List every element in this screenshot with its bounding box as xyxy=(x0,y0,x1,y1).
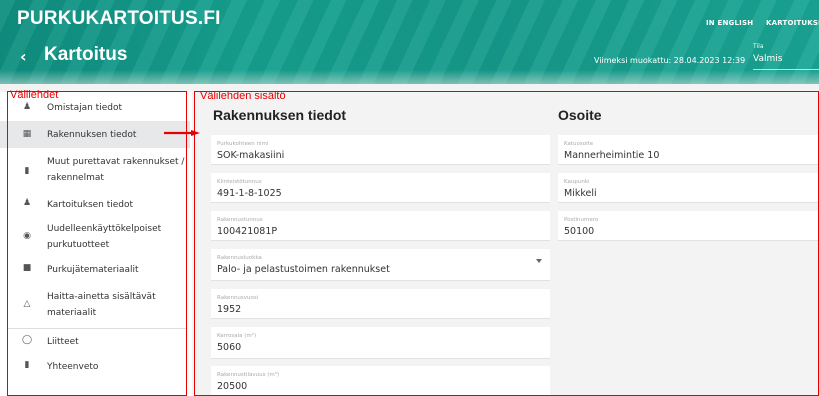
app-header: PURKUKARTOITUS.FI ‹ Kartoitus IN ENGLISH… xyxy=(0,0,819,84)
field-rakennustunnus[interactable]: Rakennustunnus 100421081P xyxy=(211,211,550,241)
tab-content: Rakennuksen tiedot Osoite Purkukohteen n… xyxy=(196,92,819,396)
field-value: Palo- ja pelastustoimen rakennukset xyxy=(217,264,390,275)
building-icon: ▦ xyxy=(22,129,32,139)
tab-rakennuksen-tiedot[interactable]: ▦ Rakennuksen tiedot xyxy=(0,121,190,148)
person-icon: ♟ xyxy=(22,102,32,112)
field-label: Kaupunki xyxy=(564,179,590,185)
field-kerrosala[interactable]: Kerrosala (m²) 5060 xyxy=(211,327,550,359)
field-value: 491-1-8-1025 xyxy=(217,188,282,199)
field-value: 5060 xyxy=(217,342,242,353)
field-label: Katuosoite xyxy=(564,141,594,147)
warning-icon: △ xyxy=(23,299,31,309)
tab-yhteenveto[interactable]: ▮ Yhteenveto xyxy=(0,355,190,377)
field-value: Mannerheimintie 10 xyxy=(564,150,660,161)
last-modified-text: Viimeksi muokattu: 28.04.2023 12:39 xyxy=(594,56,746,65)
field-label: Kiinteistötunnus xyxy=(217,179,262,185)
tab-label: Liitteet xyxy=(47,337,79,347)
field-kaupunki[interactable]: Kaupunki Mikkeli xyxy=(558,173,819,203)
tab-sidebar: ♟ Omistajan tiedot ▦ Rakennuksen tiedot … xyxy=(0,92,192,396)
field-rakennusvuosi[interactable]: Rakennusvuosi 1952 xyxy=(211,289,550,319)
field-value: 50100 xyxy=(564,226,595,237)
summary-icon: ▮ xyxy=(24,360,30,370)
nav-english-link[interactable]: IN ENGLISH xyxy=(706,19,753,27)
field-label: Rakennustunnus xyxy=(217,217,263,223)
tab-label: Rakennuksen tiedot xyxy=(47,130,137,140)
attachment-icon: ◯ xyxy=(22,335,33,345)
tab-muut-purettavat[interactable]: ▮ Muut purettavat rakennukset / rakennel… xyxy=(0,151,190,191)
field-katuosoite[interactable]: Katuosoite Mannerheimintie 10 xyxy=(558,135,819,165)
tab-label: Omistajan tiedot xyxy=(47,103,122,113)
status-select[interactable]: Valmis xyxy=(753,54,782,64)
field-value: 20500 xyxy=(217,381,248,392)
field-label: Rakennusluokka xyxy=(217,255,262,261)
sidebar-divider xyxy=(8,328,186,329)
chevron-left-icon[interactable]: ‹ xyxy=(20,47,27,66)
field-value: Mikkeli xyxy=(564,188,597,199)
tab-haitta-aineet[interactable]: △ Haitta-ainetta sisältävät materiaalit xyxy=(0,287,190,323)
field-label: Postinumero xyxy=(564,217,599,223)
field-value: 1952 xyxy=(217,304,242,315)
field-label: Rakennustilavuus (m³) xyxy=(217,372,280,378)
tab-label: Haitta-ainetta sisältävät materiaalit xyxy=(47,292,156,318)
page: PURKUKARTOITUS.FI ‹ Kartoitus IN ENGLISH… xyxy=(0,0,819,396)
field-kiinteistotunnus[interactable]: Kiinteistötunnus 491-1-8-1025 xyxy=(211,173,550,203)
content-annotation-label: Välilehden sisältö xyxy=(200,90,286,102)
annotation-arrow-icon xyxy=(164,130,200,136)
address-section-title: Osoite xyxy=(558,107,602,123)
tab-label: Uudelleenkäyttökelpoiset purkutuotteet xyxy=(47,224,162,250)
person-question-icon: ♟ xyxy=(22,198,32,208)
field-value: SOK-makasiini xyxy=(217,150,285,161)
caret-down-icon xyxy=(536,259,542,263)
tab-kartoituksen-tiedot[interactable]: ♟ Kartoituksen tiedot xyxy=(0,193,190,215)
nav-kartoitukset-link[interactable]: KARTOITUKSET xyxy=(766,19,819,27)
tab-purkujatemateriaalit[interactable]: ■ Purkujätemateriaalit xyxy=(0,258,190,280)
field-value: 100421081P xyxy=(217,226,278,237)
building-section-title: Rakennuksen tiedot xyxy=(213,107,347,123)
tab-liitteet[interactable]: ◯ Liitteet xyxy=(0,330,190,352)
tabs-annotation-label: Välilehdet xyxy=(10,89,59,101)
recycle-icon: ◉ xyxy=(23,231,31,241)
field-postinumero[interactable]: Postinumero 50100 xyxy=(558,211,819,241)
field-rakennustilavuus[interactable]: Rakennustilavuus (m³) 20500 xyxy=(211,366,550,396)
tab-label: Kartoituksen tiedot xyxy=(47,200,134,210)
trash-icon: ■ xyxy=(22,263,32,273)
status-label: Tila xyxy=(753,43,764,50)
field-label: Kerrosala (m²) xyxy=(217,333,257,339)
tab-label: Yhteenveto xyxy=(47,362,99,372)
field-rakennusluokka-select[interactable]: Rakennusluokka Palo- ja pelastustoimen r… xyxy=(211,249,550,281)
status-underline xyxy=(753,69,819,70)
brand-logo[interactable]: PURKUKARTOITUS.FI xyxy=(17,8,221,30)
tab-uudelleenkaytto[interactable]: ◉ Uudelleenkäyttökelpoiset purkutuotteet xyxy=(0,219,190,255)
field-label: Purkukohteen nimi xyxy=(217,141,269,147)
tab-label: Purkujätemateriaalit xyxy=(47,265,139,275)
field-purkukohteen-nimi[interactable]: Purkukohteen nimi SOK-makasiini xyxy=(211,135,550,165)
field-label: Rakennusvuosi xyxy=(217,295,259,301)
page-title: Kartoitus xyxy=(44,44,128,65)
document-icon: ▮ xyxy=(24,166,30,176)
tab-label: Muut purettavat rakennukset / rakennelma… xyxy=(47,157,185,183)
